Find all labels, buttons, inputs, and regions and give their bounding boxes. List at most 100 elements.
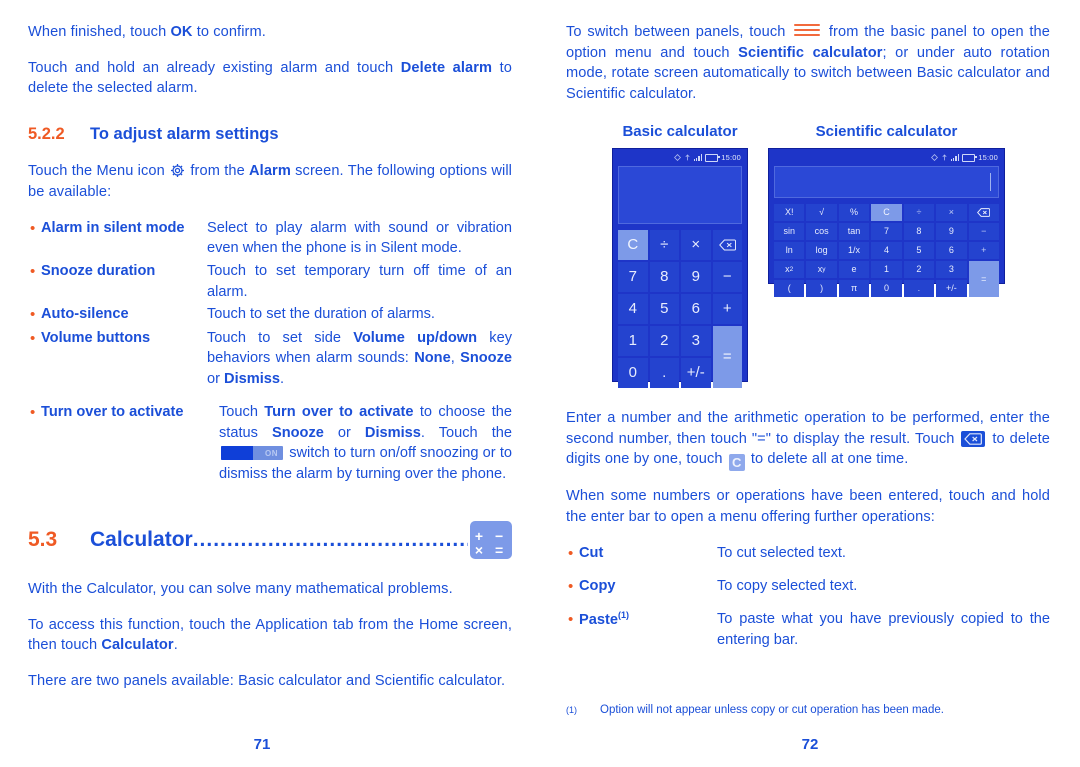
digit-9-key[interactable]: 9	[936, 222, 967, 240]
toggle-knob	[221, 446, 254, 461]
multiply-key[interactable]: ×	[936, 203, 967, 221]
digit-1-key[interactable]: 1	[618, 325, 648, 356]
close-paren-key[interactable]: )	[806, 279, 837, 297]
divide-key[interactable]: ÷	[649, 229, 679, 260]
heading-5-3: 5.3 Calculator .........................…	[28, 520, 512, 559]
decimal-key[interactable]: .	[903, 279, 935, 297]
bold-volume-updown: Volume up/down	[353, 329, 478, 346]
battery-icon	[962, 153, 977, 162]
digit-8-key[interactable]: 8	[903, 222, 935, 240]
log-key[interactable]: log	[806, 241, 837, 259]
divide-key[interactable]: ÷	[903, 203, 935, 221]
bold-ok: OK	[170, 24, 193, 40]
page-number-left: 71	[253, 736, 271, 753]
cos-key[interactable]: cos	[806, 222, 837, 240]
list-item: • Alarm in silent mode Select to play al…	[28, 218, 512, 259]
bold-turn-over-to-activate: Turn over to activate	[264, 403, 414, 420]
clear-key[interactable]: C	[618, 229, 648, 260]
paragraph-menu-icon: Touch the Menu icon from the Alarm scree…	[28, 161, 512, 202]
calculator-display[interactable]	[618, 165, 742, 224]
minus-key[interactable]: −	[712, 261, 742, 292]
backspace-key[interactable]	[712, 229, 742, 260]
option-description: Touch Turn over to activate to choose th…	[219, 402, 512, 485]
backspace-key[interactable]	[968, 203, 999, 221]
footnote-marker: (1)	[617, 610, 629, 621]
ln-key[interactable]: ln	[774, 241, 805, 259]
toggle-switch-icon: ON	[221, 446, 283, 461]
operation-term: Paste(1)	[579, 609, 717, 631]
sqrt-key[interactable]: √	[806, 203, 837, 221]
square-exponent: 2	[789, 265, 794, 273]
plus-key[interactable]: +	[968, 241, 999, 259]
status-bar: 15:00	[616, 152, 744, 164]
bold-calculator: Calculator	[101, 637, 174, 654]
digit-7-key[interactable]: 7	[618, 261, 648, 292]
reciprocal-key[interactable]: 1/x	[838, 241, 870, 259]
option-term: Turn over to activate	[41, 403, 184, 420]
text: To switch between panels, touch	[566, 24, 792, 40]
square-key[interactable]: x2	[774, 260, 805, 278]
footnote-text: Option will not appear unless copy or cu…	[600, 704, 944, 717]
text: ,	[450, 350, 461, 367]
clear-key[interactable]: C	[871, 203, 902, 221]
operation-term-label: Paste	[579, 612, 618, 629]
digit-3-key[interactable]: 3	[681, 325, 711, 356]
power-key[interactable]: xy	[806, 260, 837, 278]
digit-6-key[interactable]: 6	[936, 241, 967, 259]
digit-6-key[interactable]: 6	[681, 293, 711, 324]
digit-5-key[interactable]: 5	[903, 241, 935, 259]
pi-key[interactable]: π	[838, 279, 870, 297]
bullet-icon: •	[568, 544, 574, 562]
upload-icon	[684, 154, 691, 161]
right-page: To switch between panels, touch from the…	[540, 0, 1080, 767]
tan-key[interactable]: tan	[838, 222, 870, 240]
page-number-right: 72	[801, 736, 819, 753]
power-exponent: y	[822, 265, 826, 273]
list-item: • Volume buttons Touch to set side Volum…	[28, 328, 512, 390]
digit-4-key[interactable]: 4	[618, 293, 648, 324]
digit-0-key[interactable]: 0	[618, 357, 648, 388]
hamburger-bar	[794, 24, 821, 27]
text: from the	[186, 163, 250, 180]
equals-key[interactable]: =	[968, 260, 999, 297]
digit-1-key[interactable]: 1	[871, 260, 902, 278]
digit-4-key[interactable]: 4	[871, 241, 902, 259]
text: or	[323, 424, 365, 441]
multiply-key[interactable]: ×	[681, 229, 711, 260]
digit-2-key[interactable]: 2	[903, 260, 935, 278]
minus-key[interactable]: −	[968, 222, 999, 240]
bold-snooze: Snooze	[460, 350, 512, 367]
text: to confirm.	[192, 24, 266, 40]
paragraph-switch-panels: To switch between panels, touch from the…	[566, 22, 1050, 105]
basic-calculator-figure: Basic calculator 15:00 C ÷ × 7 8 9 − 4 5…	[612, 123, 748, 388]
scientific-keypad: X! √ % C ÷ × sin cos tan 7 8 9 − ln log …	[772, 203, 1001, 299]
sin-key[interactable]: sin	[774, 222, 805, 240]
equals-key[interactable]: =	[712, 325, 742, 388]
option-term: Alarm in silent mode	[41, 219, 185, 236]
digit-0-key[interactable]: 0	[871, 279, 902, 297]
digit-5-key[interactable]: 5	[649, 293, 679, 324]
digit-2-key[interactable]: 2	[649, 325, 679, 356]
digit-7-key[interactable]: 7	[871, 222, 902, 240]
e-key[interactable]: e	[838, 260, 870, 278]
factorial-key[interactable]: X!	[774, 203, 805, 221]
paragraph-two-panels: There are two panels available: Basic ca…	[28, 672, 506, 689]
digit-9-key[interactable]: 9	[681, 261, 711, 292]
list-item: • Copy To copy selected text.	[566, 576, 1050, 597]
text: When finished, touch	[28, 24, 171, 40]
sign-key[interactable]: +/-	[936, 279, 967, 297]
paragraph-solve-problems: With the Calculator, you can solve many …	[28, 580, 453, 597]
decimal-key[interactable]: .	[649, 357, 679, 388]
sign-key[interactable]: +/-	[681, 357, 711, 388]
text: .	[173, 637, 178, 654]
plus-key[interactable]: +	[712, 293, 742, 324]
open-paren-key[interactable]: (	[774, 279, 805, 297]
footnote: (1) Option will not appear unless copy o…	[566, 703, 1050, 719]
calculator-display[interactable]	[774, 165, 999, 198]
bold-scientific-calculator: Scientific calculator	[738, 44, 883, 61]
percent-key[interactable]: %	[838, 203, 870, 221]
status-time: 15:00	[721, 153, 741, 163]
digit-8-key[interactable]: 8	[649, 261, 679, 292]
digit-3-key[interactable]: 3	[936, 260, 967, 278]
bold-snooze: Snooze	[271, 424, 324, 441]
